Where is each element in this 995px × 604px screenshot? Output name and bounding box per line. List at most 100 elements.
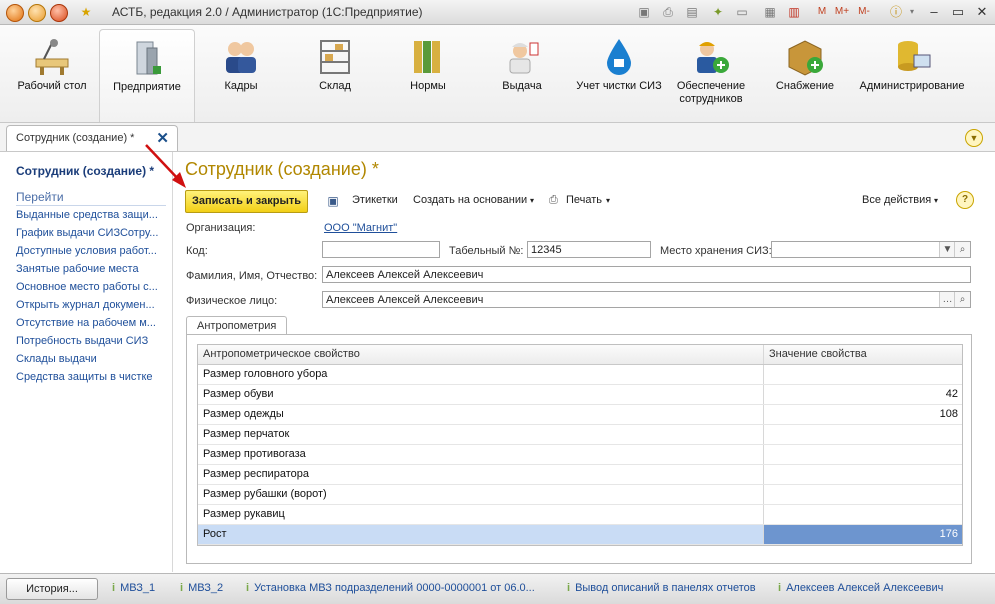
- nav-item[interactable]: Основное место работы с...: [16, 281, 164, 293]
- table-row-selected[interactable]: Рост 176: [198, 525, 962, 545]
- chevron-down-icon[interactable]: ▼: [965, 129, 983, 147]
- nav-item[interactable]: Доступные условия работ...: [16, 245, 164, 257]
- table-row[interactable]: Размер противогаза: [198, 445, 962, 465]
- fullname-field[interactable]: Алексеев Алексей Алексеевич: [322, 266, 971, 283]
- window-title: АСТБ, редакция 2.0 / Администратор (1С:П…: [112, 5, 423, 19]
- nav-item[interactable]: Отсутствие на рабочем м...: [16, 317, 164, 329]
- status-item[interactable]: i Вывод описаний в панелях отчетов: [567, 582, 756, 594]
- table-row[interactable]: Размер одежды 108: [198, 405, 962, 425]
- section-supply[interactable]: Снабжение: [760, 29, 850, 121]
- section-cleaning[interactable]: Учет чистки СИЗ: [571, 29, 667, 121]
- table-row[interactable]: Размер обуви 42: [198, 385, 962, 405]
- minimize-icon[interactable]: ‒: [924, 2, 944, 22]
- info-icon: i: [567, 582, 571, 594]
- tab-number-field[interactable]: 12345: [527, 241, 651, 258]
- section-hr[interactable]: Кадры: [196, 29, 286, 121]
- chevron-down-icon[interactable]: ▾: [934, 196, 938, 205]
- person-field[interactable]: Алексеев Алексей Алексеевич … ⌕: [322, 291, 971, 308]
- mplus-icon[interactable]: M+: [834, 4, 850, 20]
- employee-form: Сотрудник (создание) * Записать и закрыт…: [173, 152, 995, 572]
- preview-icon[interactable]: ▤: [684, 4, 700, 20]
- table-row[interactable]: Размер рубашки (ворот): [198, 485, 962, 505]
- save-icon[interactable]: ▣: [636, 4, 652, 20]
- m-icon[interactable]: M: [814, 4, 830, 20]
- close-icon[interactable]: ✕: [972, 2, 992, 22]
- section-provision[interactable]: Обеспечение сотрудников: [668, 29, 754, 121]
- info-icon: i: [112, 582, 116, 594]
- desk-icon: [35, 39, 69, 75]
- info-dropdown-icon[interactable]: ▾: [904, 4, 920, 20]
- water-drop-icon: [607, 39, 631, 75]
- save-icon[interactable]: ▣: [325, 193, 341, 209]
- section-admin[interactable]: Администрирование: [856, 29, 968, 121]
- maximize-icon[interactable]: ▭: [948, 2, 968, 22]
- chevron-down-icon[interactable]: ▾: [530, 196, 534, 205]
- tab-close-icon[interactable]: ✕: [156, 129, 169, 147]
- nav-item[interactable]: График выдачи СИЗСотру...: [16, 227, 164, 239]
- search-icon[interactable]: ⌕: [954, 242, 970, 257]
- menu-dropdown-icon[interactable]: [28, 4, 46, 22]
- info-icon: i: [246, 582, 250, 594]
- person-label: Физическое лицо:: [186, 295, 278, 307]
- print-icon[interactable]: ⎙: [660, 4, 676, 20]
- app-logo-icon[interactable]: [6, 4, 24, 22]
- navigation-panel: Сотрудник (создание) * Перейти Выданные …: [0, 152, 173, 572]
- ellipsis-icon[interactable]: …: [939, 292, 955, 307]
- history-button[interactable]: История...: [6, 578, 98, 600]
- table-header: Антропометрическое свойство Значение сво…: [198, 345, 962, 365]
- print-button[interactable]: Печать: [566, 194, 602, 206]
- section-desktop[interactable]: Рабочий стол: [6, 29, 98, 121]
- labels-button[interactable]: Этикетки: [352, 194, 398, 206]
- table-row[interactable]: Размер рукавиц: [198, 505, 962, 525]
- sections-panel: Рабочий стол Предприятие Кадры Склад Нор…: [0, 25, 995, 123]
- mminus-icon[interactable]: M-: [856, 4, 872, 20]
- section-issue[interactable]: Выдача: [476, 29, 568, 121]
- form-title: Сотрудник (создание) *: [185, 159, 379, 179]
- status-item[interactable]: i Алексеев Алексей Алексеевич: [778, 582, 943, 594]
- organization-link[interactable]: ООО "Магнит": [324, 222, 397, 234]
- printer-icon[interactable]: ⎙: [549, 194, 558, 207]
- status-item[interactable]: i МВЗ_1: [112, 582, 155, 594]
- status-item[interactable]: i Установка МВЗ подразделений 0000-000000…: [246, 582, 535, 594]
- nav-item[interactable]: Занятые рабочие места: [16, 263, 164, 275]
- doc-icon[interactable]: ▭: [734, 4, 750, 20]
- column-header-value[interactable]: Значение свойства: [764, 345, 962, 364]
- code-field[interactable]: [322, 241, 440, 258]
- person-value: Алексеев Алексей Алексеевич: [326, 294, 484, 306]
- nav-item[interactable]: Открыть журнал докумен...: [16, 299, 164, 311]
- status-item[interactable]: i МВЗ_2: [180, 582, 223, 594]
- calculator-icon[interactable]: ▦: [762, 4, 778, 20]
- section-norms[interactable]: Нормы: [383, 29, 473, 121]
- storage-field[interactable]: ▼ ⌕: [771, 241, 971, 258]
- chevron-down-icon[interactable]: ▾: [606, 196, 610, 205]
- dropdown-arrow-icon[interactable]: ▼: [939, 242, 955, 257]
- anthropometry-table[interactable]: Антропометрическое свойство Значение сво…: [197, 344, 963, 546]
- back-icon[interactable]: [50, 4, 68, 22]
- section-enterprise[interactable]: Предприятие: [99, 29, 195, 122]
- tab-anthropometry[interactable]: Антропометрия: [186, 316, 288, 335]
- search-icon[interactable]: ⌕: [954, 292, 970, 307]
- organization-label: Организация:: [186, 222, 256, 234]
- people-icon: [226, 42, 256, 73]
- nav-item[interactable]: Выданные средства защи...: [16, 209, 164, 221]
- tab-employee-create[interactable]: Сотрудник (создание) * ✕: [6, 125, 178, 151]
- column-header-property[interactable]: Антропометрическое свойство: [198, 345, 764, 364]
- table-row[interactable]: Размер головного убора: [198, 365, 962, 385]
- info-icon[interactable]: ⓘ: [888, 4, 904, 20]
- nav-item[interactable]: Потребность выдачи СИЗ: [16, 335, 164, 347]
- favorite-star-icon[interactable]: ★: [78, 4, 94, 20]
- save-and-close-button[interactable]: Записать и закрыть: [185, 190, 309, 213]
- nav-item[interactable]: Средства защиты в чистке: [16, 371, 164, 383]
- nav-item[interactable]: Склады выдачи: [16, 353, 164, 365]
- document-tabstrip: Сотрудник (создание) * ✕ ▼: [0, 123, 995, 152]
- nav-current-item[interactable]: Сотрудник (создание) *: [16, 164, 154, 178]
- table-row[interactable]: Размер респиратора: [198, 465, 962, 485]
- section-warehouse[interactable]: Склад: [290, 29, 380, 121]
- create-based-on-button[interactable]: Создать на основании: [413, 194, 527, 206]
- calendar-icon[interactable]: ▥: [786, 4, 802, 20]
- all-actions-button[interactable]: Все действия: [862, 194, 931, 206]
- star-arrow-icon[interactable]: ✦: [710, 4, 726, 20]
- help-button[interactable]: ?: [956, 191, 974, 209]
- table-row[interactable]: Размер перчаток: [198, 425, 962, 445]
- code-label: Код:: [186, 245, 208, 257]
